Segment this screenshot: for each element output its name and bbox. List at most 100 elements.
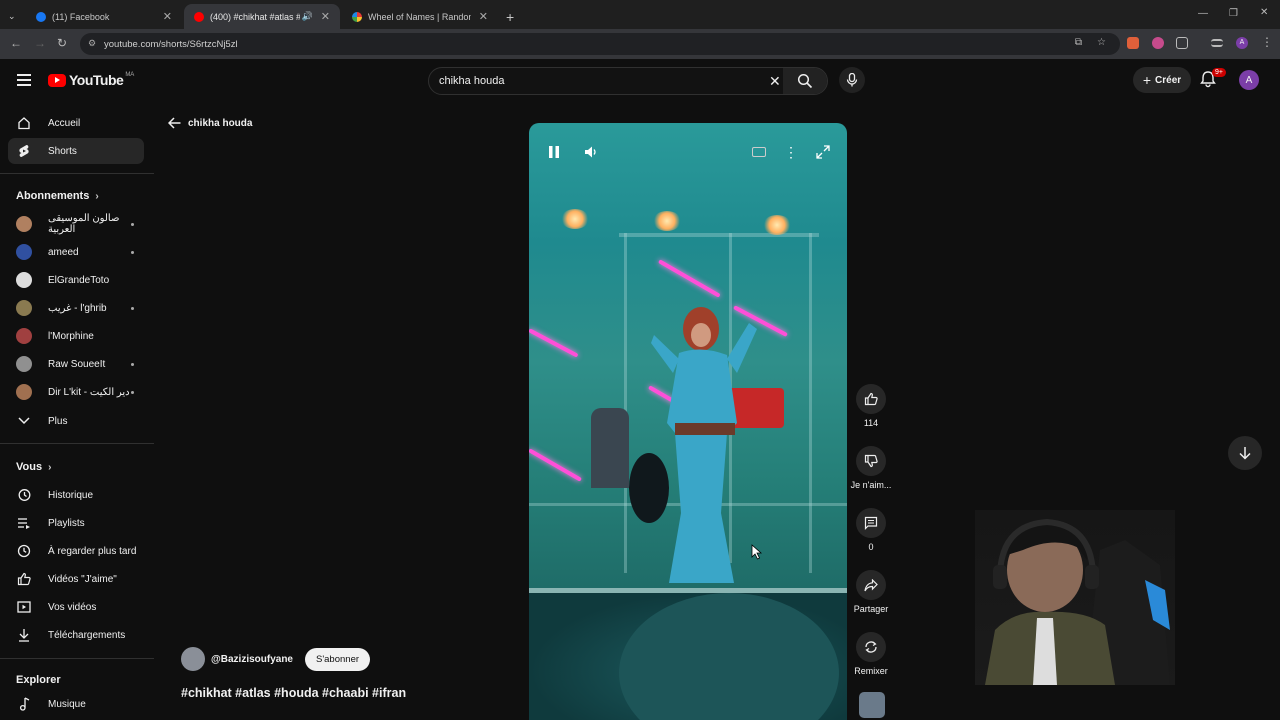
youtube-logo[interactable]: YouTube MA <box>48 72 134 88</box>
sidebar-item-subscription[interactable]: l'Morphine <box>8 323 144 349</box>
playlists-icon <box>16 515 32 531</box>
sidebar-item-subscription[interactable]: ElGrandeToto <box>8 267 144 293</box>
video-hashtags[interactable]: #chikhat #atlas #houda #chaabi #ifran <box>181 686 406 700</box>
comments-button[interactable]: 0 <box>849 508 893 552</box>
close-tab-icon[interactable]: ✕ <box>163 10 172 23</box>
channel-avatar <box>16 384 32 400</box>
subscriptions-header[interactable]: Abonnements › <box>16 190 99 202</box>
tab-facebook[interactable]: (11) Facebook ✕ <box>26 4 182 29</box>
sidebar-item-label: Playlists <box>48 517 85 529</box>
facebook-icon <box>36 11 46 22</box>
new-content-dot <box>131 222 134 226</box>
like-count: 114 <box>863 418 879 428</box>
channel-avatar[interactable] <box>181 647 205 671</box>
extension-icon[interactable] <box>1127 37 1139 49</box>
shorts-video-player[interactable]: ⋮ <box>529 123 847 720</box>
media-controls-icon[interactable] <box>1211 39 1223 47</box>
sidebar-item-musique[interactable]: Musique <box>8 691 144 717</box>
sidebar-item-downloads[interactable]: Téléchargements <box>8 622 144 648</box>
youtube-icon <box>194 11 204 22</box>
search-button[interactable] <box>783 68 827 94</box>
performer <box>651 307 757 583</box>
like-button[interactable]: 114 <box>849 384 893 428</box>
section-title: Abonnements <box>16 190 90 202</box>
voice-search-button[interactable] <box>839 67 865 93</box>
shorts-icon <box>16 143 32 159</box>
profile-avatar[interactable]: A <box>1236 37 1248 49</box>
menu-icon[interactable] <box>17 74 31 89</box>
clear-search-icon[interactable]: ✕ <box>769 73 781 90</box>
your-videos-icon <box>16 599 32 615</box>
country-code: MA <box>125 72 135 78</box>
audio-source-thumbnail[interactable] <box>859 692 885 718</box>
channel-name[interactable]: @Bazizisoufyane <box>211 654 293 665</box>
sidebar-item-shorts[interactable]: Shorts <box>8 138 144 164</box>
channel-name: Raw SoueeIt <box>48 358 106 370</box>
chevron-right-icon: › <box>95 190 99 202</box>
captions-button[interactable] <box>748 141 770 163</box>
chrome-menu-icon[interactable]: ⋮ <box>1261 35 1273 49</box>
sidebar-item-your-videos[interactable]: Vos vidéos <box>8 594 144 620</box>
back-to-search[interactable]: chikha houda <box>168 117 252 129</box>
search-box[interactable]: chikha houda ✕ <box>428 67 828 95</box>
sidebar-item-historique[interactable]: Historique <box>8 482 144 508</box>
back-arrow-icon[interactable]: ← <box>10 36 22 50</box>
search-input[interactable]: chikha houda <box>439 75 504 87</box>
sidebar-item-subscription[interactable]: Raw SoueeIt <box>8 351 144 377</box>
sidebar-item-subscription[interactable]: صالون الموسيقى العربية <box>8 211 144 237</box>
remix-label: Remixer <box>854 666 888 676</box>
remix-button[interactable]: Remixer <box>849 632 893 676</box>
dislike-button[interactable]: Je n'aim... <box>849 446 893 490</box>
account-avatar[interactable]: A <box>1239 70 1259 90</box>
sidebar-divider <box>0 173 154 174</box>
more-options-button[interactable]: ⋮ <box>780 141 802 163</box>
share-button[interactable]: Partager <box>849 570 893 614</box>
reload-icon[interactable]: ↻ <box>57 36 67 50</box>
new-tab-button[interactable]: + <box>500 4 524 29</box>
close-tab-icon[interactable]: ✕ <box>479 10 488 23</box>
fullscreen-button[interactable] <box>812 141 834 163</box>
tab-wheel-of-names[interactable]: Wheel of Names | Random nam ✕ <box>342 4 498 29</box>
forward-arrow-icon[interactable]: → <box>34 36 46 50</box>
audio-playing-icon[interactable]: 🔊 <box>302 11 313 22</box>
pause-icon <box>549 146 559 158</box>
minimize-icon[interactable]: — <box>1198 8 1208 19</box>
notification-count-badge: 9+ <box>1212 68 1226 77</box>
sidebar-item-watch-later[interactable]: À regarder plus tard <box>8 538 144 564</box>
create-button[interactable]: + Créer <box>1133 67 1191 93</box>
tab-title: (11) Facebook <box>52 11 110 22</box>
youtube-header: YouTube MA chikha houda ✕ <box>0 59 1280 104</box>
subscribe-button[interactable]: S'abonner <box>305 647 371 671</box>
sidebar-item-plus[interactable]: Plus <box>8 408 144 434</box>
tab-list-button[interactable]: ⌄ <box>0 4 26 29</box>
extension-icon[interactable] <box>1152 37 1164 49</box>
address-bar[interactable]: ⚙ youtube.com/shorts/S6rtzcNj5zl ⧉ ☆ <box>80 33 1120 55</box>
logo-text: YouTube <box>69 72 124 88</box>
maximize-icon[interactable]: ❐ <box>1229 8 1238 19</box>
sidebar-item-subscription[interactable]: غريب - l'ghrib <box>8 295 144 321</box>
tab-youtube[interactable]: (400) #chikhat #atlas #houd 🔊 ✕ <box>184 4 340 29</box>
sidebar-item-playlists[interactable]: Playlists <box>8 510 144 536</box>
chevron-down-icon: ⌄ <box>8 11 16 21</box>
volume-button[interactable] <box>580 141 602 163</box>
channel-info: @Bazizisoufyane S'abonner <box>181 647 371 671</box>
sidebar-item-subscription[interactable]: Dir L'kit - دير الكيت <box>8 379 144 405</box>
bookmark-star-icon[interactable]: ☆ <box>1097 37 1106 48</box>
sidebar-item-label: À regarder plus tard <box>48 545 137 557</box>
avatar-letter: A <box>1245 74 1253 86</box>
install-app-icon[interactable]: ⧉ <box>1075 37 1082 48</box>
sidebar-item-liked-videos[interactable]: Vidéos "J'aime" <box>8 566 144 592</box>
close-tab-icon[interactable]: ✕ <box>321 10 330 23</box>
pause-button[interactable] <box>543 141 565 163</box>
sidebar-item-label: Accueil <box>48 117 81 129</box>
new-content-dot <box>131 390 134 394</box>
next-short-button[interactable] <box>1228 436 1262 470</box>
channel-avatar <box>16 272 32 288</box>
site-info-icon[interactable]: ⚙ <box>88 38 96 49</box>
sidebar-item-accueil[interactable]: Accueil <box>8 110 144 136</box>
extensions-puzzle-icon[interactable] <box>1176 37 1188 49</box>
close-window-icon[interactable]: ✕ <box>1260 7 1268 18</box>
you-header[interactable]: Vous › <box>16 461 51 473</box>
channel-avatar <box>16 356 32 372</box>
sidebar-item-subscription[interactable]: ameed <box>8 239 144 265</box>
